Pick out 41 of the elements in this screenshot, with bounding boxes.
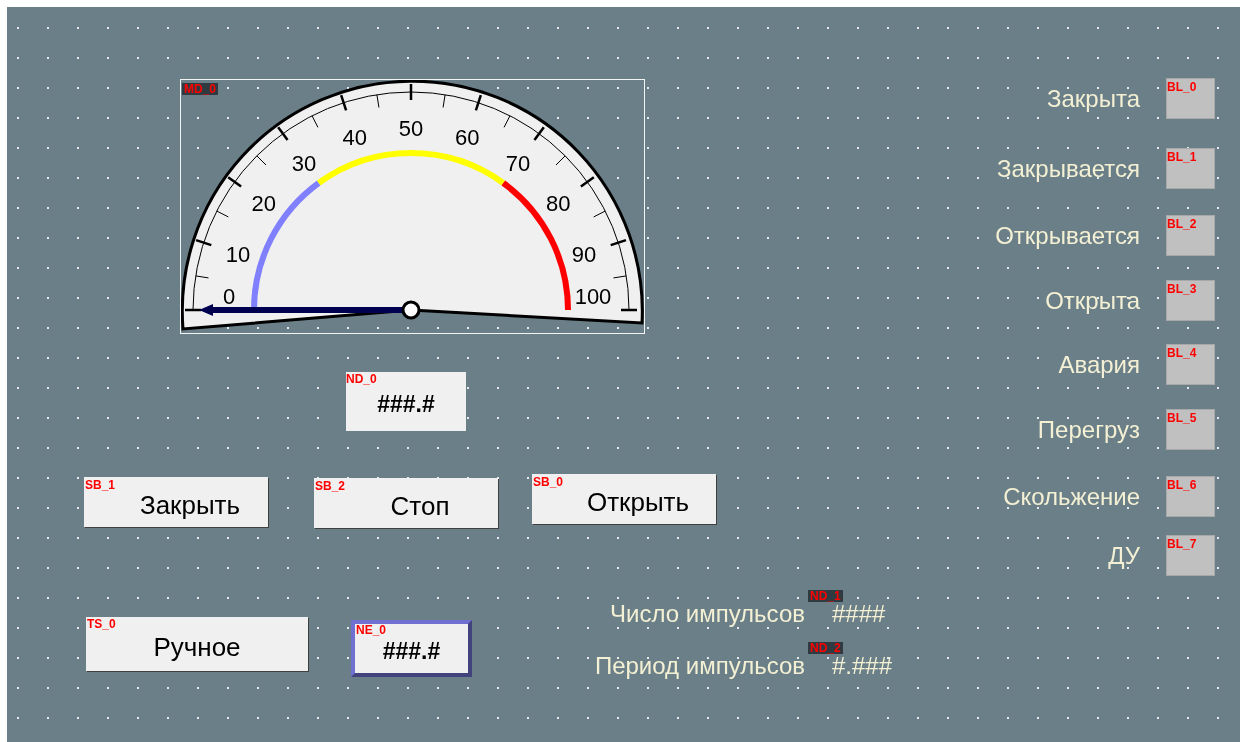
tag-label: BL_7 — [1167, 538, 1197, 550]
tag-label: SB_1 — [85, 479, 116, 491]
readout-label: Число импульсов — [610, 602, 805, 626]
scale-label: 20 — [251, 191, 276, 216]
scale-label: 90 — [571, 241, 597, 267]
needle-hub — [401, 300, 421, 320]
scale-label: 40 — [342, 124, 367, 150]
scale-label: 60 — [455, 124, 480, 150]
tag-label: BL_3 — [1167, 283, 1197, 295]
lamp-label: Авария — [1058, 352, 1140, 377]
scale-label: 100 — [574, 284, 612, 309]
tag-label: NE_0 — [356, 624, 387, 636]
tag-label: SB_2 — [315, 480, 346, 492]
scale-label: 30 — [291, 150, 317, 176]
tag-label: MD_0 — [182, 83, 218, 95]
tag-label: ND_1 — [808, 590, 843, 602]
tag-label: BL_5 — [1167, 412, 1197, 424]
lamp-label: ДУ — [1108, 543, 1140, 568]
scale-label: 80 — [546, 191, 571, 216]
tag-label: ND_0 — [346, 373, 377, 385]
scale-label: 50 — [398, 116, 424, 141]
lamp-label: Закрывается — [996, 156, 1140, 181]
tag-label: TS_0 — [87, 618, 116, 630]
lamp-label: Открыта — [1045, 288, 1140, 313]
tag-label: BL_6 — [1167, 479, 1197, 491]
tag-label: BL_0 — [1167, 81, 1197, 93]
tag-label: ND_2 — [808, 642, 843, 654]
scale-label: 10 — [225, 241, 251, 267]
lamp-label: Закрыта — [1047, 86, 1140, 111]
lamp-label: Перегруз — [1037, 417, 1140, 442]
scale-label: 0 — [222, 284, 236, 309]
tag-label: SB_0 — [533, 476, 564, 488]
scale-label: 70 — [505, 150, 531, 176]
tag-label: BL_1 — [1167, 151, 1197, 163]
lamp-label: Скольжение — [1003, 484, 1140, 509]
tag-label: BL_2 — [1167, 218, 1197, 230]
readout-label: Период импульсов — [594, 654, 805, 678]
lamp-label: Открывается — [995, 223, 1140, 248]
tag-label: BL_4 — [1167, 347, 1197, 359]
readout-value: #### — [832, 602, 886, 626]
readout-value: #.### — [832, 654, 893, 678]
